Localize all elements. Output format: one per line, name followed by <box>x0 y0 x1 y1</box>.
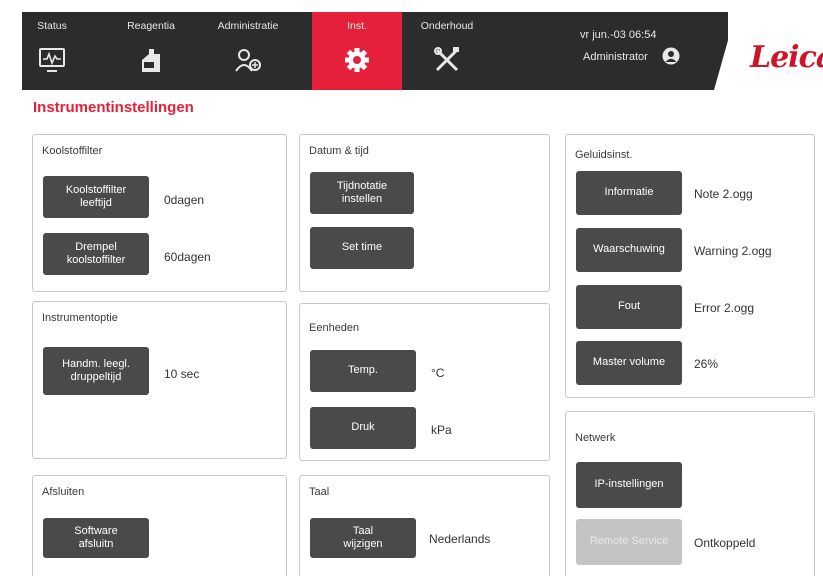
sound-settings-panel: Geluidsinst. Informatie Note 2.ogg Waars… <box>565 134 815 398</box>
drip-time-value: 10 sec <box>164 367 200 381</box>
panel-title: Koolstoffilter <box>42 145 103 157</box>
error-sound-value: Error 2.ogg <box>694 301 755 315</box>
nav-tab-status[interactable]: Status <box>22 12 82 90</box>
temperature-unit-button[interactable]: Temp. <box>310 350 416 392</box>
master-volume-button[interactable]: Master volume <box>576 341 682 385</box>
warning-sound-value: Warning 2.ogg <box>694 244 772 258</box>
top-navigation-bar: Status Reagentia Administratie Inst. Ond… <box>22 12 823 90</box>
panel-title: Geluidsinst. <box>575 149 633 161</box>
info-sound-button[interactable]: Informatie <box>576 171 682 215</box>
error-sound-button[interactable]: Fout <box>576 285 682 329</box>
nav-tab-administratie[interactable]: Administratie <box>202 12 294 90</box>
nav-tab-reagentia[interactable]: Reagentia <box>108 12 194 90</box>
carbon-filter-panel: Koolstoffilter Koolstoffilter leeftijd 0… <box>32 134 287 292</box>
nav-tab-label: Inst. <box>347 20 367 32</box>
carbon-filter-lifetime-value: 0dagen <box>164 193 205 207</box>
panel-title: Taal <box>309 486 330 498</box>
change-language-button[interactable]: Taal wijzigen <box>310 518 416 558</box>
set-time-button[interactable]: Set time <box>310 227 414 269</box>
remote-service-status: Ontkoppeld <box>694 536 756 550</box>
pressure-unit-value: kPa <box>431 423 452 437</box>
panel-title: Eenheden <box>309 322 360 334</box>
pressure-unit-button[interactable]: Druk <box>310 407 416 449</box>
master-volume-value: 26% <box>694 357 719 371</box>
current-user: Administrator <box>583 51 648 63</box>
datetime-display: vr jun.-03 06:54 <box>580 29 657 41</box>
carbon-filter-threshold-button[interactable]: Drempel koolstoffilter <box>43 233 149 275</box>
instrument-option-panel: Instrumentoptie Handm. leegl. druppeltij… <box>32 301 287 459</box>
nav-tab-onderhoud[interactable]: Onderhoud <box>406 12 488 90</box>
manual-drain-drip-time-button[interactable]: Handm. leegl. druppeltijd <box>43 347 149 395</box>
ip-settings-button[interactable]: IP-instellingen <box>576 462 682 508</box>
language-value: Nederlands <box>429 532 491 546</box>
panel-title: Afsluiten <box>42 486 85 498</box>
panel-title: Netwerk <box>575 432 616 444</box>
nav-tab-label: Reagentia <box>127 20 175 32</box>
temperature-unit-value: °C <box>431 366 445 380</box>
remote-service-button[interactable]: Remote Service <box>576 519 682 565</box>
info-sound-value: Note 2.ogg <box>694 187 753 201</box>
panel-title: Datum & tijd <box>309 145 369 157</box>
units-panel: Eenheden Temp. °C Druk kPa <box>299 303 550 461</box>
user-icon[interactable] <box>662 47 680 65</box>
nav-tab-label: Status <box>37 20 67 32</box>
language-panel: Taal Taal wijzigen Nederlands <box>299 475 550 576</box>
date-time-panel: Datum & tijd Tijdnotatie instellen Set t… <box>299 134 550 292</box>
gear-icon <box>345 48 369 72</box>
nav-tab-label: Onderhoud <box>420 20 474 32</box>
software-shutdown-button[interactable]: Software afsluitn <box>43 518 149 558</box>
admin-users-icon <box>235 49 261 72</box>
nav-tab-label: Administratie <box>217 20 279 32</box>
page-title: Instrumentinstellingen <box>33 99 194 116</box>
reagent-bottle-icon <box>142 49 160 72</box>
leica-logo: Leica <box>750 40 823 75</box>
network-panel: Netwerk IP-instellingen Remote Service O… <box>565 411 815 576</box>
shutdown-panel: Afsluiten Software afsluitn <box>32 475 287 576</box>
nav-tab-inst[interactable]: Inst. <box>312 12 402 90</box>
warning-sound-button[interactable]: Waarschuwing <box>576 228 682 272</box>
carbon-filter-lifetime-button[interactable]: Koolstoffilter leeftijd <box>43 176 149 218</box>
time-notation-button[interactable]: Tijdnotatie instellen <box>310 172 414 214</box>
carbon-filter-threshold-value: 60dagen <box>164 250 211 264</box>
panel-title: Instrumentoptie <box>42 312 118 324</box>
logo-panel: Leica <box>714 12 823 90</box>
monitor-chart-icon <box>39 48 65 72</box>
tools-icon <box>434 47 459 72</box>
